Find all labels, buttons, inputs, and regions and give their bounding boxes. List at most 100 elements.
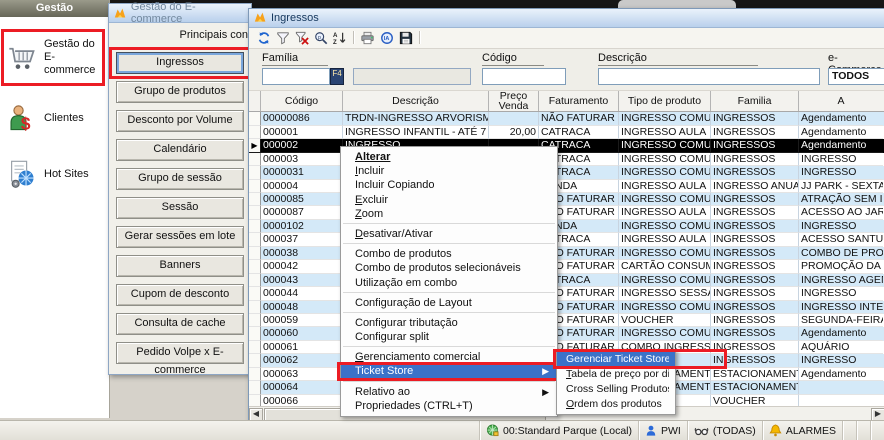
cell-tipo-produto: INGRESSO COMUM	[619, 301, 711, 314]
status-spacer	[0, 421, 479, 440]
column-header-familia[interactable]: Familia	[711, 91, 799, 111]
ecommerce-menu-button[interactable]: Gerar sessões em lote	[116, 226, 244, 248]
ingressos-window-titlebar[interactable]: Ingressos	[249, 9, 884, 28]
cell-familia: INGRESSOS	[711, 354, 799, 367]
ecommerce-menu-button[interactable]: Calendário	[116, 139, 244, 161]
menu-item-combo-de-produtos[interactable]: Combo de produtos	[341, 247, 557, 261]
cell-codigo: 0000087	[261, 206, 343, 219]
status-alarms[interactable]: ALARMES	[762, 421, 842, 440]
ecommerce-menu-button[interactable]: Pedido Volpe x E-commerce	[116, 342, 244, 364]
row-selector-cell	[249, 354, 261, 367]
zoom-icon[interactable]: p	[311, 30, 330, 46]
menu-item-excluir[interactable]: Excluir	[341, 193, 557, 207]
row-selector-cell	[249, 206, 261, 219]
scroll-right-button[interactable]: ▶	[871, 408, 884, 421]
scroll-left-button[interactable]: ◀	[249, 408, 263, 421]
cell-atracao: Agendamento	[799, 368, 883, 381]
submenu-arrow-icon: ▶	[542, 385, 549, 399]
familia-label: Família	[262, 52, 328, 66]
column-header-descricao[interactable]: Descrição	[343, 91, 489, 111]
descricao-input[interactable]	[598, 68, 820, 85]
cell-tipo-produto: INGRESSO COMUM	[619, 327, 711, 340]
column-header-preco-venda[interactable]: Preço Venda	[489, 91, 539, 111]
status-view-filter[interactable]: (TODAS)	[687, 421, 762, 440]
ecommerce-window-titlebar[interactable]: Gestão do E-commerce	[109, 4, 251, 23]
cell-codigo: 000061	[261, 341, 343, 354]
cell-atracao: INGRESSO	[799, 354, 883, 367]
familia-lookup-f4-button[interactable]: F4	[330, 68, 344, 85]
ecommerce-menu-button[interactable]: Grupo de sessão	[116, 168, 244, 190]
table-row[interactable]: 000001 INGRESSO INFANTIL - ATÉ 7 ANOS 20…	[249, 126, 884, 139]
filter-icon[interactable]	[273, 30, 292, 46]
cell-familia: INGRESSOS	[711, 206, 799, 219]
stamp-badge-icon[interactable]: IA	[377, 30, 396, 46]
cell-familia: INGRESSOS	[711, 301, 799, 314]
menu-item-utilizacao-em-combo[interactable]: Utilização em combo	[341, 276, 557, 290]
clear-filter-icon[interactable]	[292, 30, 311, 46]
status-database-label: 00:Standard Parque (Local)	[503, 425, 632, 437]
ecommerce-menu-button[interactable]: Consulta de cache	[116, 313, 244, 335]
cell-familia: INGRESSOS	[711, 153, 799, 166]
cell-tipo-produto: INGRESSO COMUM	[619, 153, 711, 166]
status-user[interactable]: PWI	[638, 421, 687, 440]
sort-az-icon[interactable]: AZ	[330, 30, 349, 46]
menu-item-configurar-tributacao[interactable]: Configurar tributação	[341, 316, 557, 330]
descricao-label-group: Descrição	[598, 52, 758, 66]
ecommerce-menu-button[interactable]: Banners	[116, 255, 244, 277]
submenu-item-gerenciar-ticket-store[interactable]: Gerenciar Ticket Store	[557, 352, 675, 367]
familia-input[interactable]	[262, 68, 330, 85]
cell-codigo: 000037	[261, 233, 343, 246]
column-header-faturamento[interactable]: Faturamento	[539, 91, 619, 111]
menu-separator	[343, 381, 555, 382]
cell-codigo: 000059	[261, 314, 343, 327]
sidebar-item-clientes[interactable]: $ Clientes	[0, 98, 109, 138]
table-row[interactable]: 00000086 TRDN-INGRESSO ARVORISMO NÃO FAT…	[249, 112, 884, 125]
menu-separator	[343, 223, 555, 224]
menu-item-desativar-ativar[interactable]: Desativar/Ativar	[341, 227, 557, 241]
menu-item-configuracao-de-layout[interactable]: Configuração de Layout	[341, 296, 557, 310]
submenu-item-ordem-dos-produtos[interactable]: Ordem dos produtos	[557, 397, 675, 412]
descricao-label: Descrição	[598, 52, 758, 66]
menu-item-gerenciamento-comercial[interactable]: Gerenciamento comercial	[341, 350, 557, 364]
cell-tipo-produto: INGRESSO AULA	[619, 233, 711, 246]
submenu-item-cross-selling-produtos[interactable]: Cross Selling Produtos	[557, 382, 675, 397]
ecommerce-menu-button[interactable]: Ingressos	[116, 52, 244, 74]
gestao-panel-title: Gestão	[0, 0, 109, 17]
column-header-a[interactable]: A	[799, 91, 883, 111]
cell-familia: INGRESSOS	[711, 260, 799, 273]
menu-item-alterar[interactable]: Alterar	[341, 150, 557, 164]
sidebar-item-hot-sites[interactable]: Hot Sites	[0, 154, 109, 194]
status-database[interactable]: 00:Standard Parque (Local)	[479, 421, 638, 440]
menu-item-configurar-split[interactable]: Configurar split	[341, 330, 557, 344]
save-icon[interactable]	[396, 30, 415, 46]
menu-item-combo-produtos-selecionaveis[interactable]: Combo de produtos selecionáveis	[341, 261, 557, 275]
menu-item-incluir[interactable]: Incluir	[341, 164, 557, 178]
cell-faturamento: CATRACA	[539, 126, 619, 139]
cell-familia: INGRESSOS	[711, 274, 799, 287]
column-header-tipo-produto[interactable]: Tipo de produto	[619, 91, 711, 111]
screen: Gestão Gestão do E-commerce $ Clientes	[0, 0, 884, 440]
ecommerce-menu-button[interactable]: Sessão	[116, 197, 244, 219]
ecommerce-menu-button[interactable]: Grupo de produtos	[116, 81, 244, 103]
print-icon[interactable]	[358, 30, 377, 46]
submenu-item-tabela-de-preco-por-dia[interactable]: Tabela de preço por dia	[557, 367, 675, 382]
ecommerce-filter-value[interactable]: TODOS	[828, 68, 884, 85]
codigo-input[interactable]	[482, 68, 566, 85]
column-header-codigo[interactable]: Código	[261, 91, 343, 111]
row-selector-cell	[249, 395, 261, 407]
sidebar-item-gestao-ecommerce[interactable]: Gestão do E-commerce	[0, 33, 109, 82]
cell-faturamento: NÃO FATURAR	[539, 112, 619, 125]
menu-item-propriedades[interactable]: Propriedades (CTRL+T)	[341, 399, 557, 413]
status-alarms-label: ALARMES	[786, 425, 836, 437]
menu-item-relativo-ao[interactable]: Relativo ao ▶	[341, 385, 557, 399]
status-view-filter-label: (TODAS)	[713, 425, 756, 437]
menu-item-ticket-store[interactable]: Ticket Store ▶	[341, 364, 557, 378]
ecommerce-menu-button[interactable]: Cupom de desconto	[116, 284, 244, 306]
menu-item-zoom[interactable]: Zoom	[341, 207, 557, 221]
menu-item-incluir-copiando[interactable]: Incluir Copiando	[341, 178, 557, 192]
ecommerce-menu-button[interactable]: Desconto por Volume	[116, 110, 244, 132]
cell-tipo-produto: INGRESSO AULA	[619, 206, 711, 219]
row-selector-cell	[249, 220, 261, 233]
cell-atracao	[799, 381, 883, 394]
refresh-icon[interactable]	[254, 30, 273, 46]
